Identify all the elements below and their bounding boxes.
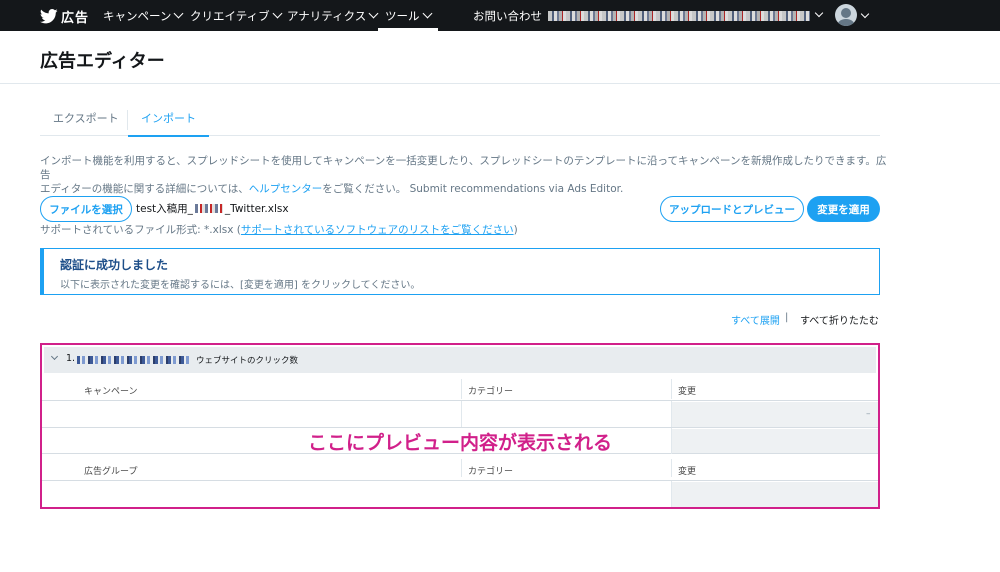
column-divider [671,481,672,507]
twitter-bird-icon [40,8,58,23]
upload-preview-button[interactable]: アップロードとプレビュー [660,196,804,222]
choose-file-button[interactable]: ファイルを選択 [40,196,132,222]
nav-campaigns[interactable]: キャンペーン [103,0,184,31]
chevron-down-icon [272,8,283,19]
column-divider [671,459,672,477]
nav-campaigns-label: キャンペーン [103,8,172,23]
chevron-down-icon [422,8,432,19]
adgroup-table-header: 広告グループ カテゴリー 変更 [42,454,878,481]
brand-logo[interactable]: 広告 [40,6,89,26]
description-line-1: インポート機能を利用すると、スプレッドシートを使用してキャンペーンを一括変更した… [40,155,887,181]
expand-separator: | [785,312,789,323]
description-line-2: エディターの機能に関する詳細については、ヘルプセンターをご覧ください。 Subm… [40,182,890,196]
page-title: 広告エディター [40,51,165,72]
column-divider [671,379,672,399]
nav-contact-label: お問い合わせ [473,8,542,23]
import-description: インポート機能を利用すると、スプレッドシートを使用してキャンペーンを一括変更した… [40,154,890,196]
nav-creatives[interactable]: クリエイティブ [190,0,283,31]
preview-placeholder-message: ここにプレビュー内容が表示される [307,432,612,454]
column-header-adgroup: 広告グループ [84,467,138,477]
redacted-account-name [548,11,810,21]
nav-tools[interactable]: ツール [378,0,438,31]
supported-formats: サポートされているファイル形式: *.xlsx (サポートされているソフトウェア… [40,222,518,237]
top-navigation-bar: 広告 キャンペーン クリエイティブ アナリティクス ツール お問い合わせ [0,0,1000,31]
selected-file-name: test入稿用_ _Twitter.xlsx [136,201,289,216]
table-row: – [42,401,878,428]
expand-all-link[interactable]: すべて展開 [731,312,780,327]
success-alert: 認証に成功しました 以下に表示された変更を確認するには、[変更を適用] をクリッ… [40,248,880,295]
file-name-prefix: test入稿用_ [136,203,193,215]
column-divider [461,401,462,427]
tab-bar: エクスポート インポート [40,100,880,137]
column-header-change: 変更 [678,467,697,477]
tab-export[interactable]: エクスポート [40,100,132,136]
column-divider [461,459,462,477]
chevron-down-icon[interactable] [50,352,59,361]
nav-analytics-label: アナリティクス [287,8,367,23]
apply-changes-button[interactable]: 変更を適用 [807,196,880,222]
chevron-down-icon [173,8,184,19]
redacted-file-part [194,204,223,213]
tab-import[interactable]: インポート [128,100,209,137]
campaign-table-header: キャンペーン カテゴリー 変更 [42,373,878,401]
column-header-category: カテゴリー [468,467,514,477]
redacted-campaign-name [77,356,189,364]
supported-software-link[interactable]: サポートされているソフトウェアのリストをご覧ください [241,224,514,236]
alert-text: 以下に表示された変更を確認するには、[変更を適用] をクリックしてください。 [60,280,421,291]
campaign-group-header[interactable]: 1. ウェブサイトのクリック数 [44,347,876,373]
column-header-category: カテゴリー [468,387,514,397]
support-text: サポートされているファイル形式: *.xlsx ( [40,224,241,236]
column-divider [671,401,672,427]
column-header-change: 変更 [678,387,697,397]
file-name-suffix: _Twitter.xlsx [224,202,289,215]
preview-panel: 1. ウェブサイトのクリック数 キャンペーン カテゴリー 変更 – 広告グループ… [40,343,880,509]
tab-divider [127,110,128,130]
collapse-all-link[interactable]: すべて折りたたむ [800,312,879,327]
alert-title: 認証に成功しました [60,258,169,272]
column-divider [461,379,462,399]
description-text: エディターの機能に関する詳細については、 [40,183,249,195]
change-cell-shade [672,482,878,507]
avatar[interactable] [835,4,857,26]
support-text: ) [513,224,518,236]
nav-tools-label: ツール [385,8,420,23]
brand-label: 広告 [61,10,90,26]
group-number: 1. [66,353,76,364]
description-text: をご覧ください。 Submit recommendations via Ads … [322,183,624,195]
change-value: – [866,409,871,419]
chevron-down-icon[interactable] [860,9,870,19]
group-objective: ウェブサイトのクリック数 [196,356,299,366]
nav-creatives-label: クリエイティブ [190,8,270,23]
chevron-down-icon[interactable] [814,8,824,18]
column-header-campaign: キャンペーン [84,387,138,397]
help-center-link[interactable]: ヘルプセンター [249,183,323,195]
nav-analytics[interactable]: アナリティクス [287,0,379,31]
nav-contact[interactable]: お問い合わせ [473,0,542,31]
